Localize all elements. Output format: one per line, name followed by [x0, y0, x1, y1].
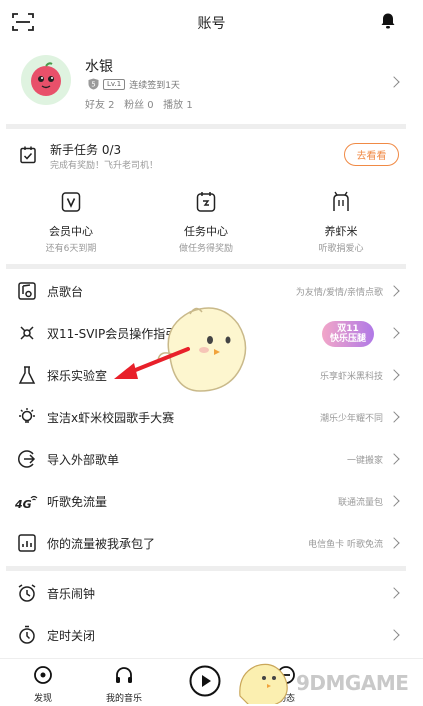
bar-chart-icon	[18, 534, 36, 552]
menu-hint: 为友情/爱情/亲情点歌	[295, 288, 383, 298]
task-subtitle: 完成有奖励！飞升老司机！	[50, 161, 159, 171]
level-badge: Lv.1	[103, 78, 126, 90]
menu-hint: 一键搬家	[346, 456, 383, 466]
divider	[6, 264, 406, 269]
quick-label: 任务中心	[184, 225, 228, 238]
quick-label: 养虾米	[324, 225, 358, 238]
song-request-icon	[18, 282, 36, 300]
divider	[6, 124, 406, 129]
checkin-text: 连续签到1天	[129, 80, 180, 91]
shrimp-icon	[333, 191, 349, 211]
flask-icon	[18, 366, 36, 384]
chevron-right-icon	[388, 629, 400, 641]
menu-item-music-alarm[interactable]: 音乐闹钟	[0, 572, 423, 614]
avatar-character-icon	[31, 62, 61, 96]
menu-label: 宝洁x虾米校园歌手大赛	[47, 411, 175, 425]
lightbulb-icon	[19, 408, 35, 423]
menu-item-free-data[interactable]: 4G 听歌免流量 联通流量包	[0, 480, 423, 522]
profile-stats[interactable]: 好友 2 粉丝 0 播放 1	[85, 96, 193, 111]
badge-line2: 快乐压腿	[329, 334, 366, 344]
menu-label: 探乐实验室	[47, 369, 108, 383]
double11-badge[interactable]: 双11 快乐压腿	[322, 321, 374, 347]
quick-sub: 做任务得奖励	[178, 244, 233, 254]
level-row: 5 Lv.1 连续签到1天	[88, 78, 180, 91]
quick-sub: 还有6天到期	[45, 244, 97, 254]
task-center-icon	[196, 192, 216, 212]
discover-icon	[34, 666, 52, 684]
tab-my-music[interactable]: 我的音乐	[94, 665, 154, 704]
tab-label: 发现	[33, 694, 52, 704]
divider	[6, 566, 406, 571]
chevron-right-icon	[388, 369, 400, 381]
menu-hint: 联通流量包	[337, 498, 383, 508]
chevron-right-icon	[388, 285, 400, 297]
menu-label: 点歌台	[47, 285, 84, 299]
quick-label: 会员中心	[49, 225, 93, 238]
chevron-right-icon	[388, 411, 400, 423]
menu-item-import-playlist[interactable]: 导入外部歌单 一键搬家	[0, 438, 423, 480]
vip-shield-icon: 5	[88, 78, 99, 90]
task-title: 新手任务 0/3	[50, 143, 122, 157]
svg-text:4G: 4G	[14, 498, 32, 511]
menu-item-data-package[interactable]: 你的流量被我承包了 电信鱼卡 听歌免流	[0, 522, 423, 564]
play-button[interactable]	[189, 665, 221, 697]
quick-raise-shrimp[interactable]: 养虾米 听歌捐爱心	[276, 191, 406, 254]
tab-label: 我的音乐	[105, 694, 142, 704]
vip-icon	[61, 192, 81, 212]
quick-vip-center[interactable]: 会员中心 还有6天到期	[6, 191, 136, 254]
menu-label: 导入外部歌单	[47, 453, 120, 467]
menu-label: 定时关闭	[47, 629, 96, 643]
menu-label: 你的流量被我承包了	[47, 537, 156, 551]
menu-label: 音乐闹钟	[47, 587, 96, 601]
calendar-check-icon	[20, 146, 36, 164]
profile-chevron-icon[interactable]	[388, 76, 400, 88]
tab-discover[interactable]: 发现	[13, 665, 73, 704]
chevron-right-icon	[388, 587, 400, 599]
sparkle-icon	[20, 326, 34, 340]
chevron-right-icon	[388, 453, 400, 465]
alarm-clock-icon	[18, 584, 36, 602]
watermark-text: 9DMGAME	[296, 671, 409, 695]
quick-task-center[interactable]: 任务中心 做任务得奖励	[141, 191, 271, 254]
top-bar: 账号	[0, 0, 423, 44]
red-arrow-icon	[114, 347, 190, 379]
page-title: 账号	[197, 16, 226, 32]
menu-label: 听歌免流量	[47, 495, 108, 509]
chevron-right-icon	[388, 495, 400, 507]
vip-level-number: 5	[91, 81, 95, 89]
badge-line1: 双11	[337, 324, 359, 334]
menu-hint: 乐享虾米黑科技	[319, 372, 383, 382]
quick-sub: 听歌捐爱心	[318, 244, 364, 254]
avatar[interactable]	[21, 55, 71, 105]
headphones-icon	[116, 667, 132, 683]
menu-hint: 电信鱼卡 听歌免流	[308, 540, 383, 550]
import-icon	[18, 450, 36, 468]
user-name: 水银	[85, 59, 113, 75]
timer-icon	[19, 625, 35, 644]
chevron-right-icon	[388, 327, 400, 339]
go-see-button[interactable]: 去看看	[344, 143, 399, 166]
menu-hint: 潮乐少年耀不同	[319, 414, 383, 424]
chevron-right-icon	[388, 537, 400, 549]
menu-item-sleep-timer[interactable]: 定时关闭	[0, 614, 423, 656]
menu-item-campus-contest[interactable]: 宝洁x虾米校园歌手大赛 潮乐少年耀不同	[0, 396, 423, 438]
4g-signal-icon: 4G	[14, 495, 38, 511]
notification-bell-icon[interactable]	[379, 12, 397, 30]
